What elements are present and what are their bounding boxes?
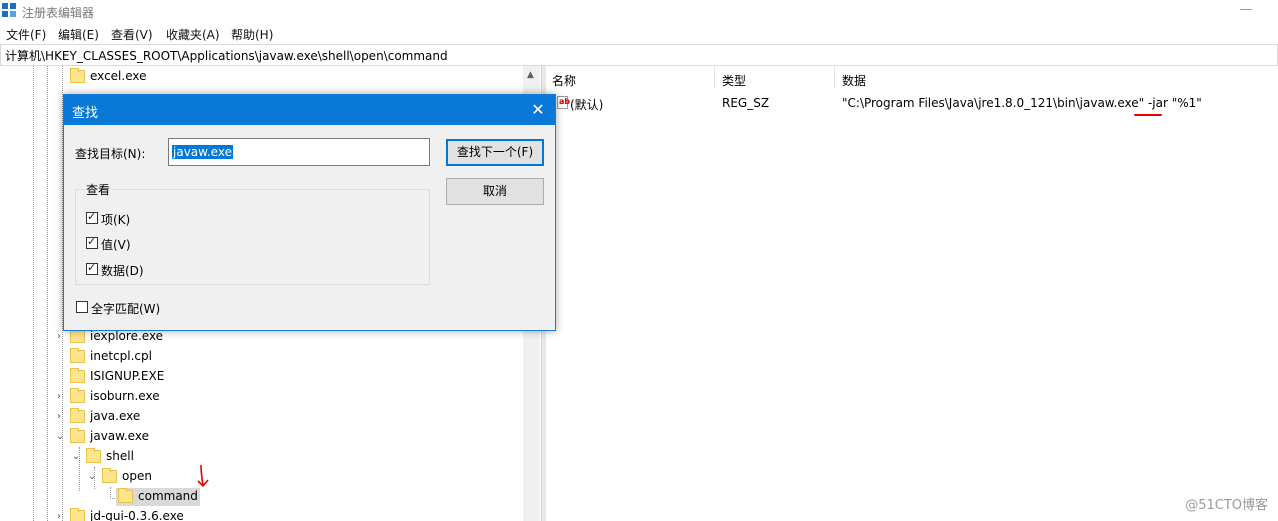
menu-file[interactable]: 文件(F): [6, 26, 46, 43]
tree-item-label: javaw.exe: [90, 429, 149, 443]
whole-match-checkbox[interactable]: [76, 301, 88, 313]
menu-bar: 文件(F) 编辑(E) 查看(V) 收藏夹(A) 帮助(H): [0, 23, 1278, 43]
folder-icon: [70, 348, 85, 363]
chevron-down-icon[interactable]: ⌄: [56, 431, 64, 442]
title-bar: 注册表编辑器: [0, 0, 1278, 22]
tree-item-label: command: [138, 489, 198, 503]
annotation-arrow: [197, 464, 209, 488]
minimize-button[interactable]: [1240, 0, 1254, 20]
column-header-type[interactable]: 类型: [722, 72, 746, 89]
regedit-icon: [2, 3, 17, 18]
address-bar[interactable]: 计算机\HKEY_CLASSES_ROOT\Applications\javaw…: [0, 44, 1278, 66]
tree-item-label: shell: [106, 449, 134, 463]
folder-icon: [118, 488, 133, 503]
keys-checkbox[interactable]: [86, 210, 98, 224]
dialog-title: 查找: [72, 106, 99, 121]
close-icon[interactable]: ✕: [527, 99, 549, 121]
find-input[interactable]: javaw.exe: [168, 138, 430, 166]
values-checkbox[interactable]: [86, 235, 98, 249]
chevron-right-icon[interactable]: ›: [57, 391, 61, 402]
annotation-underline: [1134, 114, 1162, 116]
tree-item-java[interactable]: › java.exe: [0, 407, 520, 427]
tree-item-label: excel.exe: [90, 69, 147, 83]
tree-item-isignup[interactable]: ISIGNUP.EXE: [0, 367, 520, 387]
tree-item-label: java.exe: [90, 409, 141, 423]
tree-item-jdgui[interactable]: › jd-gui-0.3.6.exe: [0, 507, 520, 521]
folder-icon: [86, 448, 101, 463]
tree-item-label: inetcpl.cpl: [90, 349, 152, 363]
watermark: @51CTO博客: [1185, 498, 1268, 513]
tree-item-inetcpl[interactable]: inetcpl.cpl: [0, 347, 520, 367]
address-path: 计算机\HKEY_CLASSES_ROOT\Applications\javaw…: [5, 49, 448, 63]
folder-icon: [102, 468, 117, 483]
chevron-right-icon[interactable]: ›: [57, 331, 61, 342]
tree-item-shell[interactable]: ⌄ shell: [0, 447, 520, 467]
column-header-data[interactable]: 数据: [842, 72, 866, 89]
chevron-down-icon[interactable]: ⌄: [88, 471, 96, 482]
tree-item-label: isoburn.exe: [90, 389, 160, 403]
value-list-pane: 名称 类型 数据 ab (默认) REG_SZ "C:\Program File…: [546, 66, 1278, 521]
data-label: 数据(D): [101, 264, 144, 278]
chevron-down-icon[interactable]: ⌄: [72, 451, 80, 462]
folder-icon: [70, 368, 85, 383]
folder-icon: [70, 408, 85, 423]
folder-icon: [70, 508, 85, 521]
values-label: 值(V): [101, 238, 131, 252]
tree-item-command[interactable]: command: [0, 487, 520, 507]
tree-item-label: iexplore.exe: [90, 329, 164, 343]
folder-icon: [70, 388, 85, 403]
folder-icon: [70, 428, 85, 443]
find-dialog: 查找 ✕ 查找目标(N): javaw.exe 查找下一个(F) 取消 查看 项…: [63, 94, 556, 331]
scroll-up-icon[interactable]: ▲: [527, 70, 534, 80]
folder-icon: [70, 328, 85, 343]
menu-favorites[interactable]: 收藏夹(A): [166, 26, 220, 43]
value-name[interactable]: (默认): [570, 96, 603, 113]
tree-item-open[interactable]: ⌄ open: [0, 467, 520, 487]
find-input-value: javaw.exe: [172, 145, 233, 159]
dialog-titlebar: 查找 ✕: [64, 95, 555, 125]
find-label: 查找目标(N):: [75, 147, 146, 161]
tree-item-label: jd-gui-0.3.6.exe: [90, 509, 184, 521]
string-value-icon: ab: [557, 96, 570, 109]
tree-item-excel[interactable]: excel.exe: [0, 67, 520, 87]
chevron-right-icon[interactable]: ›: [57, 411, 61, 422]
whole-match-label: 全字匹配(W): [91, 302, 161, 316]
tree-item-javaw[interactable]: ⌄ javaw.exe: [0, 427, 520, 447]
value-data: "C:\Program Files\Java\jre1.8.0_121\bin\…: [842, 96, 1202, 110]
cancel-button[interactable]: 取消: [446, 178, 544, 205]
find-next-button[interactable]: 查找下一个(F): [446, 139, 544, 166]
tree-item-isoburn[interactable]: › isoburn.exe: [0, 387, 520, 407]
value-type: REG_SZ: [722, 96, 770, 110]
keys-label: 项(K): [101, 213, 131, 227]
menu-help[interactable]: 帮助(H): [231, 26, 273, 43]
window-title: 注册表编辑器: [22, 6, 95, 20]
menu-view[interactable]: 查看(V): [111, 26, 153, 43]
tree-item-label: ISIGNUP.EXE: [90, 369, 165, 383]
column-header-name[interactable]: 名称: [552, 72, 576, 89]
menu-edit[interactable]: 编辑(E): [58, 26, 99, 43]
tree-item-label: open: [122, 469, 152, 483]
chevron-right-icon[interactable]: ›: [57, 511, 61, 521]
group-title: 查看: [84, 181, 113, 198]
data-checkbox[interactable]: [86, 261, 98, 275]
folder-icon: [70, 68, 85, 83]
